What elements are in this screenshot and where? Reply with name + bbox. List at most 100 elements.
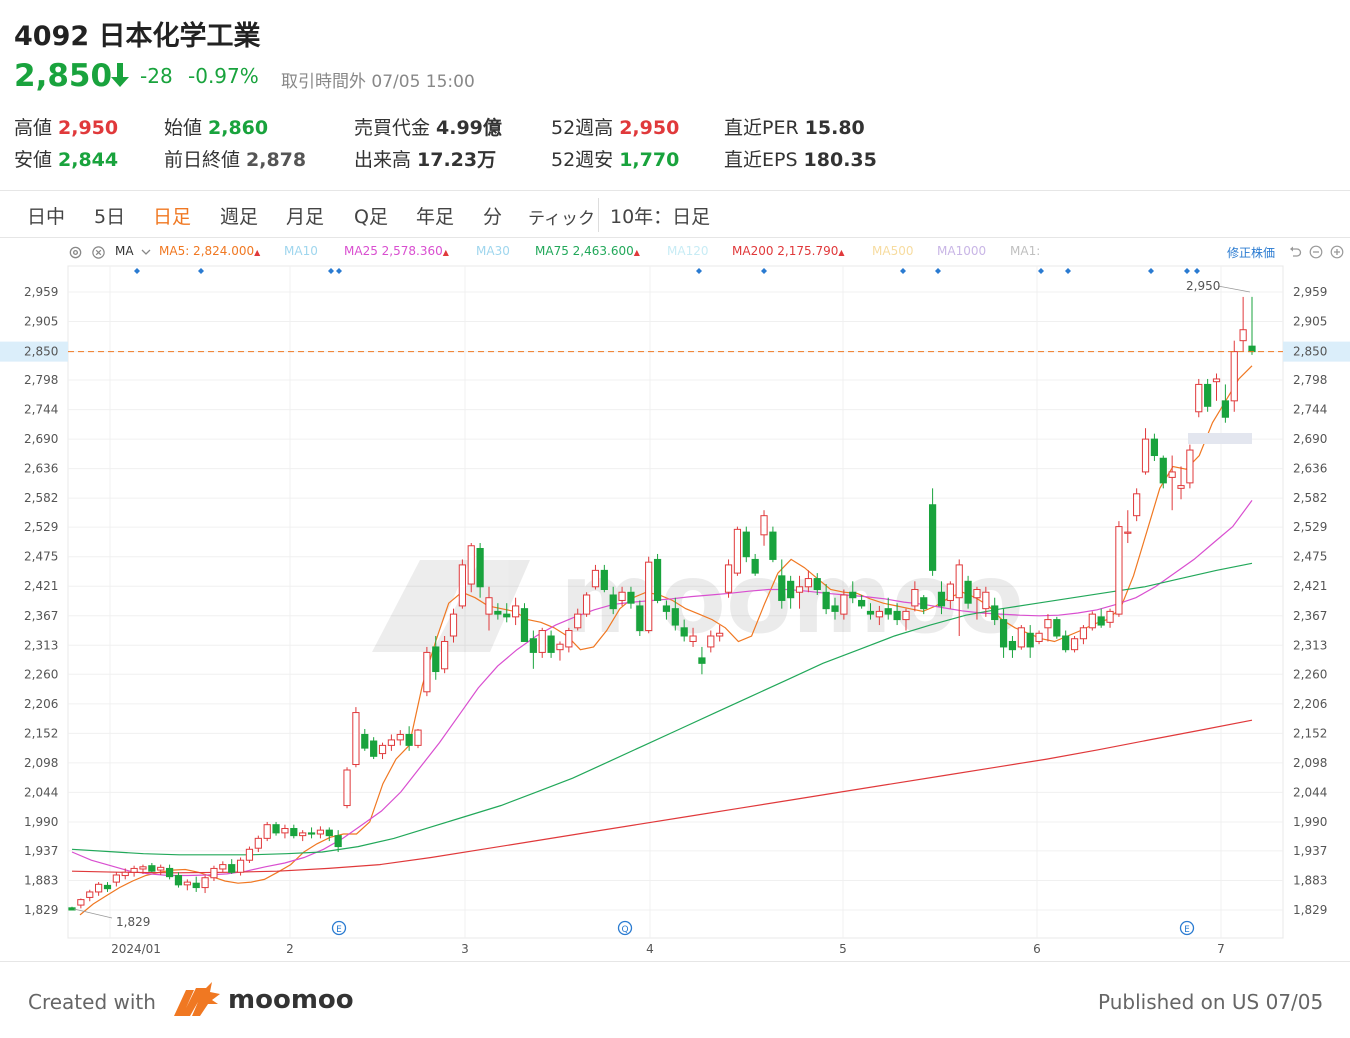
- tab-5day[interactable]: 5日: [94, 202, 125, 229]
- x-tick-label: 4: [646, 942, 654, 956]
- stat-label: 安値: [14, 149, 53, 171]
- candle-body: [1044, 619, 1052, 629]
- tab-daily[interactable]: 日足: [153, 202, 191, 229]
- triangle-up-icon: ▲: [838, 248, 845, 257]
- triangle-up-icon: ▲: [442, 248, 449, 257]
- candle-body: [103, 884, 112, 890]
- chevron-down-icon[interactable]: [141, 248, 151, 256]
- candle-body: [920, 597, 928, 610]
- event-marker-label: E: [336, 925, 342, 935]
- y-tick-label: 2,636: [1293, 462, 1327, 476]
- y-tick-label: 2,959: [24, 285, 58, 299]
- settings-icon[interactable]: [68, 245, 83, 260]
- candle-body: [272, 824, 280, 834]
- tab-quarterly[interactable]: Q足: [354, 202, 388, 229]
- candle-body: [618, 591, 626, 601]
- candle-body: [307, 832, 316, 835]
- candle-body: [1239, 329, 1247, 342]
- tab-weekly[interactable]: 週足: [220, 202, 258, 229]
- ma75-label: MA75 2,463.600▲: [535, 244, 640, 258]
- x-tick-label: 5: [839, 942, 847, 956]
- ma120-label: MA120: [667, 244, 709, 258]
- y-tick-label: 2,690: [1293, 432, 1327, 446]
- ma-text: MA5: 2,824.000: [159, 244, 255, 258]
- x-tick-label: 2024/01: [111, 942, 161, 956]
- candle-body: [236, 859, 245, 873]
- tab-yearly[interactable]: 年足: [416, 202, 454, 229]
- candle-body: [1195, 383, 1203, 413]
- zoom-in-icon[interactable]: [1330, 245, 1344, 259]
- y-tick-label: 2,529: [1293, 520, 1327, 534]
- y-tick-label: 2,905: [1293, 315, 1327, 329]
- event-dot: [935, 268, 941, 274]
- tab-monthly[interactable]: 月足: [286, 202, 324, 229]
- stat-value: 15.80: [804, 117, 865, 139]
- close-circle-icon[interactable]: [91, 245, 106, 260]
- candle-body: [1124, 531, 1132, 534]
- moomoo-logo-text: moomoo: [228, 985, 354, 1015]
- candle-body: [1017, 627, 1025, 648]
- stat-label: 直近EPS: [724, 149, 798, 171]
- y-tick-label: 1,829: [1293, 903, 1327, 917]
- candle-body: [325, 829, 333, 837]
- candle-body: [565, 630, 573, 648]
- candle-body: [813, 578, 821, 591]
- candle-body: [77, 899, 85, 906]
- candle-body: [370, 740, 378, 757]
- y-tick-label: 2,798: [24, 373, 58, 387]
- candle-body: [414, 729, 422, 746]
- candle-body: [1008, 640, 1017, 651]
- candle-body: [911, 589, 919, 607]
- triangle-up-icon: ▲: [254, 248, 261, 257]
- tab-minute[interactable]: 分: [483, 202, 502, 229]
- candle-body: [254, 837, 262, 849]
- candle-body: [653, 558, 662, 601]
- event-dot: [198, 268, 204, 274]
- candle-body: [86, 891, 94, 898]
- high-leader-line: [1217, 285, 1251, 293]
- event-dot: [1194, 268, 1200, 274]
- ma-custom-label: MA1:: [1010, 244, 1041, 258]
- candle-body: [281, 828, 289, 834]
- candle-body: [432, 646, 440, 673]
- candle-body: [893, 610, 901, 621]
- candle-body: [245, 848, 254, 861]
- candle-body: [316, 829, 325, 835]
- candle-body: [707, 635, 715, 648]
- zoom-out-icon[interactable]: [1309, 245, 1323, 259]
- published-date: Published on US 07/05: [1098, 990, 1324, 1014]
- candlestick-chart[interactable]: moomoo 2,850 2,8502,9501,829E Q E 2,9592,90…: [0, 262, 1350, 960]
- stat-high: 高値 2,950: [14, 113, 118, 140]
- candle-body: [662, 605, 671, 612]
- candle-body: [458, 564, 466, 607]
- tab-10y-daily[interactable]: 10年：日足: [610, 202, 710, 229]
- y-tick-label: 1,990: [24, 815, 58, 829]
- stat-52w-high: 52週高 2,950: [551, 113, 679, 140]
- ma-selector[interactable]: MA: [115, 244, 134, 258]
- candle-body: [343, 769, 351, 807]
- candle-body: [964, 580, 972, 604]
- stat-value: 2,878: [246, 149, 307, 171]
- candle-body: [476, 547, 484, 588]
- y-tick-label: 2,959: [1293, 285, 1327, 299]
- y-tick-label: 2,206: [1293, 697, 1327, 711]
- candle-body: [1159, 457, 1167, 484]
- candle-body: [556, 643, 564, 651]
- candle-body: [299, 832, 307, 837]
- candle-body: [1212, 378, 1221, 383]
- adjusted-price-toggle[interactable]: 修正株価: [1227, 244, 1275, 261]
- tab-intraday[interactable]: 日中: [27, 202, 65, 229]
- undo-icon[interactable]: [1288, 245, 1302, 259]
- ma200-label: MA200 2,175.790▲: [732, 244, 845, 258]
- moomoo-logo-icon: [174, 982, 220, 1016]
- candle-body: [840, 594, 848, 615]
- current-price: 2,850: [14, 58, 113, 94]
- y-tick-label: 2,690: [24, 432, 58, 446]
- candle-body: [228, 864, 236, 873]
- candle-body: [538, 630, 546, 653]
- tab-tick[interactable]: ティック: [528, 204, 595, 229]
- candle-body: [334, 835, 342, 848]
- ma500-label: MA500: [872, 244, 914, 258]
- candle-body: [973, 589, 981, 599]
- tab-separator: [598, 198, 599, 232]
